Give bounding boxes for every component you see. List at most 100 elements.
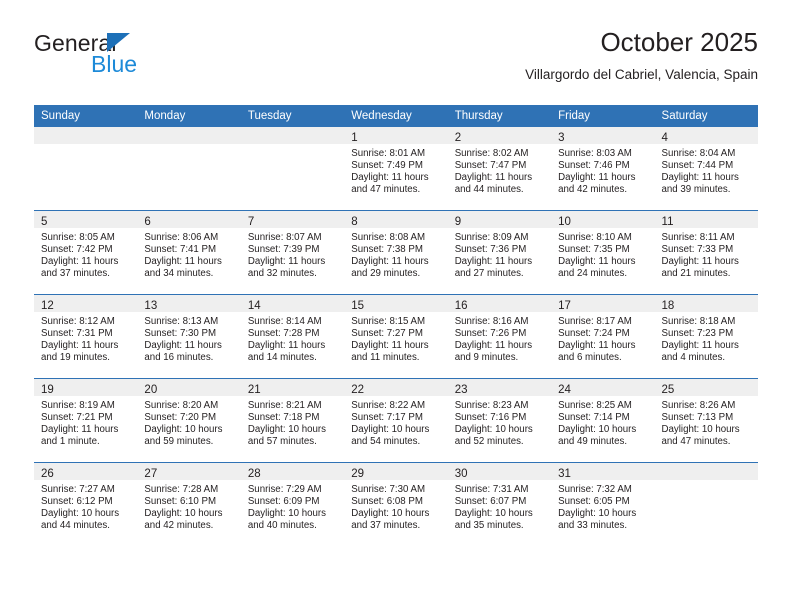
calendar-day-cell[interactable]: 30 Sunrise: 7:31 AM Sunset: 6:07 PM Dayligh… xyxy=(447,462,552,546)
calendar-day-cell[interactable]: 7 Sunrise: 8:07 AM Sunset: 7:39 PM Daylight… xyxy=(240,210,345,295)
calendar-day-cell[interactable]: 9 Sunrise: 8:09 AM Sunset: 7:36 PM Daylight… xyxy=(447,210,552,295)
calendar-page: General Blue October 2025 Villargordo de… xyxy=(0,0,792,612)
sunrise-text: Sunrise: 8:15 AM xyxy=(351,316,426,327)
day-number: 5 xyxy=(41,216,48,228)
day-cell-inner: 27 Sunrise: 7:28 AM Sunset: 6:10 PM Dayligh… xyxy=(137,463,241,546)
daylight-text-line1: Daylight: 10 hours xyxy=(558,423,637,435)
daylight-text-line2: and 47 minutes. xyxy=(351,183,421,195)
sunrise-text: Sunrise: 7:30 AM xyxy=(351,484,426,495)
sunrise-text: Sunrise: 8:26 AM xyxy=(661,400,736,411)
calendar-day-cell[interactable]: 1 Sunrise: 8:01 AM Sunset: 7:49 PM Daylight… xyxy=(344,127,448,211)
day-cell-inner xyxy=(240,127,345,210)
sunrise-text: Sunrise: 8:12 AM xyxy=(41,316,115,327)
calendar-day-cell[interactable]: 19 Sunrise: 8:19 AM Sunset: 7:21 PM Dayligh… xyxy=(34,378,138,463)
daylight-text-line1: Daylight: 11 hours xyxy=(41,255,119,267)
daylight-text-line2: and 40 minutes. xyxy=(247,519,317,531)
calendar-day-cell[interactable]: 6 Sunrise: 8:06 AM Sunset: 7:41 PM Daylight… xyxy=(137,210,241,295)
calendar-day-cell[interactable]: 27 Sunrise: 7:28 AM Sunset: 6:10 PM Dayligh… xyxy=(137,462,241,546)
day-cell-details: Sunrise: 8:08 AM Sunset: 7:38 PM Daylight:… xyxy=(344,228,447,280)
calendar-day-cell[interactable]: 8 Sunrise: 8:08 AM Sunset: 7:38 PM Daylight… xyxy=(344,210,448,295)
sunrise-text: Sunrise: 8:13 AM xyxy=(144,316,219,327)
sunrise-text: Sunrise: 8:14 AM xyxy=(247,316,322,327)
daylight-text-line1: Daylight: 11 hours xyxy=(558,339,636,351)
daylight-text-line1: Daylight: 10 hours xyxy=(558,507,637,519)
calendar-day-cell[interactable]: 10 Sunrise: 8:10 AM Sunset: 7:35 PM Dayligh… xyxy=(551,210,655,295)
day-number: 4 xyxy=(661,132,668,144)
calendar-day-cell[interactable]: 29 Sunrise: 7:30 AM Sunset: 6:08 PM Dayligh… xyxy=(344,462,448,546)
day-cell-details: Sunrise: 8:12 AM Sunset: 7:31 PM Daylight:… xyxy=(34,312,137,364)
sunrise-text: Sunrise: 8:03 AM xyxy=(558,148,632,159)
calendar-day-cell[interactable]: 17 Sunrise: 8:17 AM Sunset: 7:24 PM Dayligh… xyxy=(551,294,655,379)
day-cell-inner: 12 Sunrise: 8:12 AM Sunset: 7:31 PM Dayligh… xyxy=(34,295,138,378)
day-cell-inner: 1 Sunrise: 8:01 AM Sunset: 7:49 PM Daylight… xyxy=(344,127,448,210)
daylight-text-line1: Daylight: 11 hours xyxy=(351,339,429,351)
sunrise-text: Sunrise: 8:20 AM xyxy=(144,400,219,411)
sunrise-text: Sunrise: 8:10 AM xyxy=(558,232,632,243)
sunrise-text: Sunrise: 8:18 AM xyxy=(661,316,736,327)
daylight-text-line2: and 27 minutes. xyxy=(454,267,524,279)
weekday-header-saturday: Saturday xyxy=(654,105,758,127)
day-number: 30 xyxy=(454,468,468,480)
calendar-day-cell[interactable]: 12 Sunrise: 8:12 AM Sunset: 7:31 PM Dayligh… xyxy=(34,294,138,379)
day-cell-inner xyxy=(34,127,138,210)
day-number: 13 xyxy=(144,300,158,312)
calendar-day-cell[interactable]: 20 Sunrise: 8:20 AM Sunset: 7:20 PM Dayligh… xyxy=(137,378,241,463)
day-number-band: 18 xyxy=(654,295,758,312)
daylight-text-line2: and 47 minutes. xyxy=(661,435,731,447)
calendar-week-row: 26 Sunrise: 7:27 AM Sunset: 6:12 PM Dayligh… xyxy=(34,462,758,546)
calendar-day-cell[interactable]: 13 Sunrise: 8:13 AM Sunset: 7:30 PM Dayligh… xyxy=(137,294,241,379)
sunset-text: Sunset: 6:12 PM xyxy=(41,495,113,507)
calendar-body: 1 Sunrise: 8:01 AM Sunset: 7:49 PM Daylight… xyxy=(34,127,758,546)
calendar-day-cell[interactable]: 21 Sunrise: 8:21 AM Sunset: 7:18 PM Dayligh… xyxy=(240,378,345,463)
day-number: 9 xyxy=(454,216,462,228)
calendar-day-cell[interactable]: 4 Sunrise: 8:04 AM Sunset: 7:44 PM Daylight… xyxy=(654,127,758,211)
day-cell-details: Sunrise: 8:10 AM Sunset: 7:35 PM Daylight:… xyxy=(551,228,654,280)
daylight-text-line1: Daylight: 11 hours xyxy=(558,171,636,183)
sunset-text: Sunset: 7:42 PM xyxy=(41,243,113,255)
day-cell-inner: 4 Sunrise: 8:04 AM Sunset: 7:44 PM Daylight… xyxy=(654,127,758,210)
weekday-header-monday: Monday xyxy=(137,105,241,127)
calendar-day-cell[interactable]: 22 Sunrise: 8:22 AM Sunset: 7:17 PM Dayligh… xyxy=(344,378,448,463)
day-cell-details: Sunrise: 8:19 AM Sunset: 7:21 PM Daylight:… xyxy=(34,396,137,448)
calendar-day-cell[interactable]: 5 Sunrise: 8:05 AM Sunset: 7:42 PM Daylight… xyxy=(34,210,138,295)
sunrise-text: Sunrise: 8:01 AM xyxy=(351,148,426,159)
day-number: 1 xyxy=(351,132,358,144)
day-number-band: 31 xyxy=(551,463,655,480)
calendar-day-cell[interactable]: 25 Sunrise: 8:26 AM Sunset: 7:13 PM Dayligh… xyxy=(654,378,758,463)
calendar-day-cell[interactable]: 26 Sunrise: 7:27 AM Sunset: 6:12 PM Dayligh… xyxy=(34,462,138,546)
calendar-day-cell[interactable]: 3 Sunrise: 8:03 AM Sunset: 7:46 PM Daylight… xyxy=(551,127,655,211)
daylight-text-line2: and 57 minutes. xyxy=(247,435,317,447)
daylight-text-line1: Daylight: 11 hours xyxy=(661,171,739,183)
daylight-text-line2: and 9 minutes. xyxy=(454,351,519,363)
sunset-text: Sunset: 7:13 PM xyxy=(661,411,734,423)
general-blue-logo[interactable]: General Blue xyxy=(34,30,264,88)
day-number: 28 xyxy=(247,468,261,480)
calendar-day-cell[interactable]: 31 Sunrise: 7:32 AM Sunset: 6:05 PM Dayligh… xyxy=(551,462,655,546)
daylight-text-line2: and 52 minutes. xyxy=(454,435,524,447)
calendar-day-cell[interactable]: 24 Sunrise: 8:25 AM Sunset: 7:14 PM Dayligh… xyxy=(551,378,655,463)
day-cell-details: Sunrise: 8:18 AM Sunset: 7:23 PM Daylight:… xyxy=(655,312,758,364)
daylight-text-line1: Daylight: 11 hours xyxy=(41,339,119,351)
day-number-band: 3 xyxy=(551,127,655,144)
daylight-text-line1: Daylight: 10 hours xyxy=(41,507,120,519)
day-cell-inner: 17 Sunrise: 8:17 AM Sunset: 7:24 PM Dayligh… xyxy=(551,295,655,378)
calendar-day-cell[interactable]: 2 Sunrise: 8:02 AM Sunset: 7:47 PM Daylight… xyxy=(447,127,552,211)
calendar-day-cell[interactable]: 11 Sunrise: 8:11 AM Sunset: 7:33 PM Dayligh… xyxy=(654,210,758,295)
calendar-day-cell[interactable]: 15 Sunrise: 8:15 AM Sunset: 7:27 PM Dayligh… xyxy=(344,294,448,379)
day-number-band: 1 xyxy=(344,127,448,144)
day-cell-details: Sunrise: 8:06 AM Sunset: 7:41 PM Daylight:… xyxy=(137,228,240,280)
calendar-day-cell[interactable]: 23 Sunrise: 8:23 AM Sunset: 7:16 PM Dayligh… xyxy=(447,378,552,463)
day-cell-inner: 6 Sunrise: 8:06 AM Sunset: 7:41 PM Daylight… xyxy=(137,211,241,294)
calendar-day-cell[interactable]: 18 Sunrise: 8:18 AM Sunset: 7:23 PM Dayligh… xyxy=(654,294,758,379)
calendar-day-cell[interactable]: 28 Sunrise: 7:29 AM Sunset: 6:09 PM Dayligh… xyxy=(240,462,345,546)
calendar-day-cell[interactable]: 16 Sunrise: 8:16 AM Sunset: 7:26 PM Dayligh… xyxy=(447,294,552,379)
day-cell-inner: 22 Sunrise: 8:22 AM Sunset: 7:17 PM Dayligh… xyxy=(344,379,448,462)
daylight-text-line1: Daylight: 11 hours xyxy=(661,255,739,267)
day-number: 22 xyxy=(351,384,365,396)
sunrise-text: Sunrise: 7:31 AM xyxy=(454,484,529,495)
weekday-header-friday: Friday xyxy=(551,105,655,127)
day-number-band: 20 xyxy=(137,379,241,396)
sunrise-text: Sunrise: 8:05 AM xyxy=(41,232,115,243)
day-number: 26 xyxy=(41,468,54,480)
calendar-day-cell[interactable]: 14 Sunrise: 8:14 AM Sunset: 7:28 PM Dayligh… xyxy=(240,294,345,379)
